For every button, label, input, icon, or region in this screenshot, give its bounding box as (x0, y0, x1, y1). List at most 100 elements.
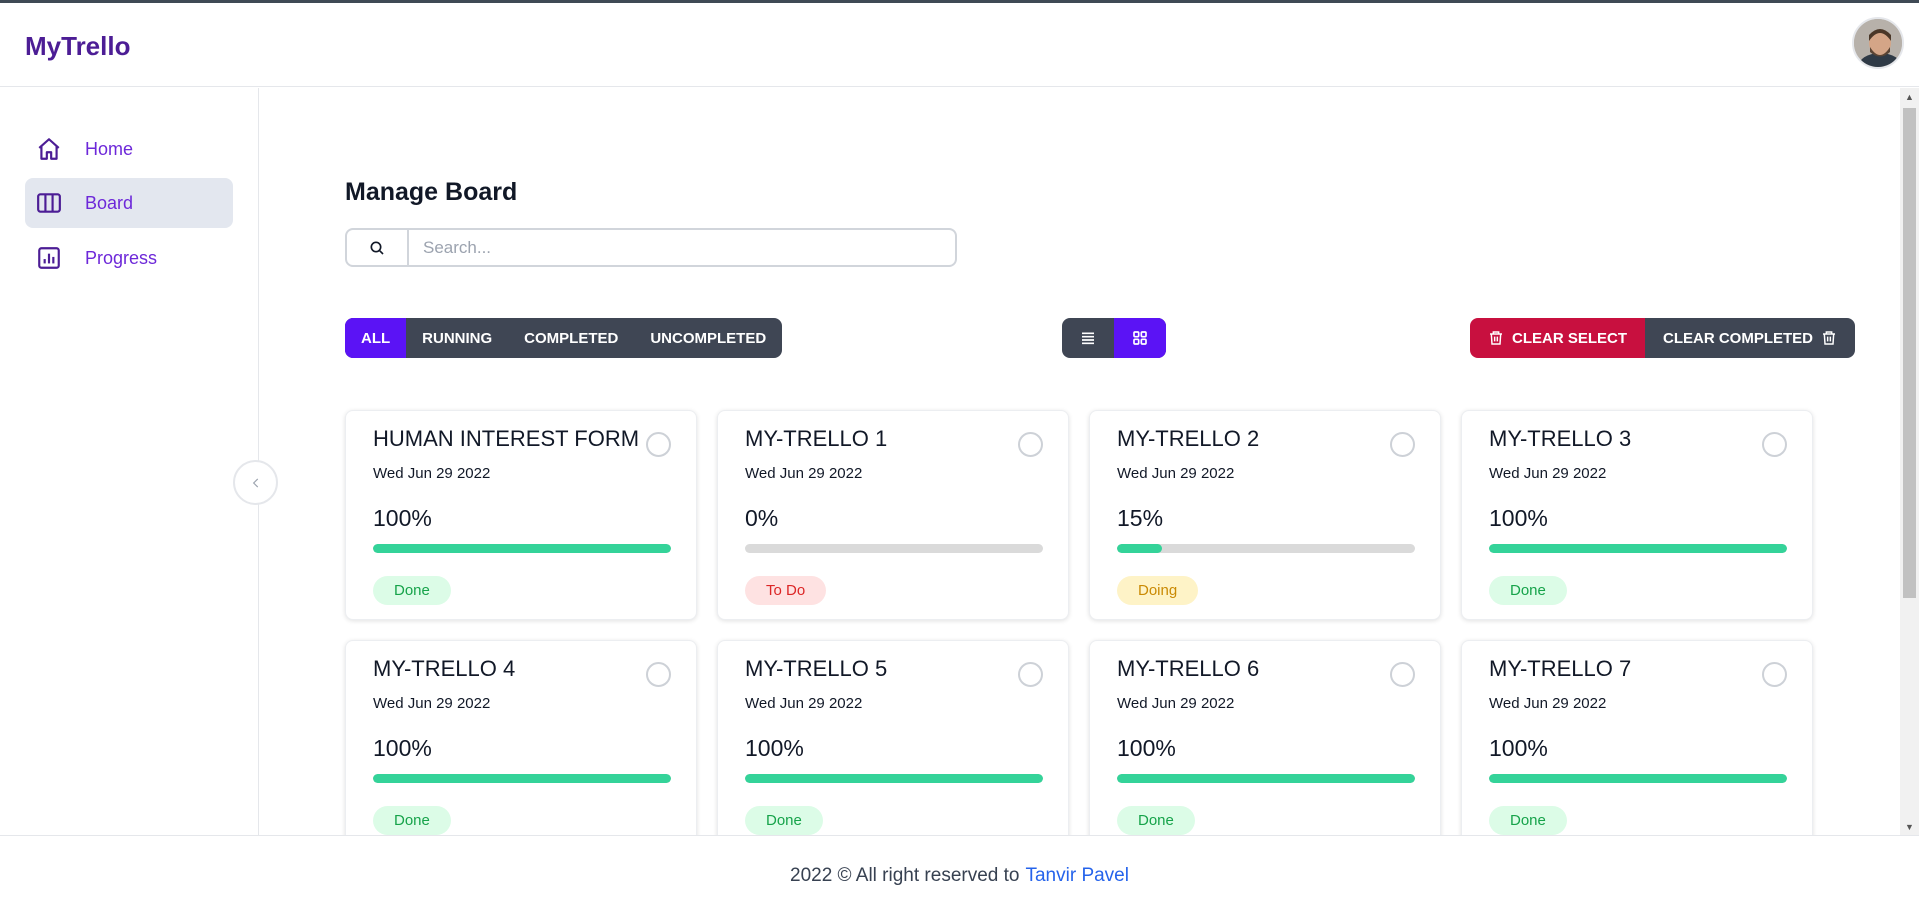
card-title: HUMAN INTEREST FORM (373, 426, 640, 451)
card-select-checkbox[interactable] (1018, 662, 1043, 687)
card-title: MY-TRELLO 7 (1489, 656, 1632, 681)
card-title: MY-TRELLO 3 (1489, 426, 1632, 451)
card-title: MY-TRELLO 2 (1117, 426, 1260, 451)
progress-bar (1489, 544, 1787, 553)
progress-bar (745, 774, 1043, 783)
board-card[interactable]: MY-TRELLO 5 Wed Jun 29 2022 100% Done (717, 640, 1069, 835)
scroll-down-icon[interactable]: ▼ (1900, 818, 1919, 835)
card-date: Wed Jun 29 2022 (1489, 465, 1607, 482)
board-card[interactable]: MY-TRELLO 2 Wed Jun 29 2022 15% Doing (1089, 410, 1441, 620)
search-box (345, 228, 957, 267)
board-columns-icon (25, 190, 73, 216)
card-title: MY-TRELLO 1 (745, 426, 888, 451)
card-date: Wed Jun 29 2022 (1117, 465, 1235, 482)
filter-all-button[interactable]: ALL (345, 318, 407, 358)
board-card[interactable]: MY-TRELLO 3 Wed Jun 29 2022 100% Done (1461, 410, 1813, 620)
list-view-button[interactable] (1062, 318, 1114, 358)
progress-bar (373, 544, 671, 553)
main-content: Manage Board ALL RUNNING COMPLETED UNCOM… (260, 88, 1900, 835)
board-card[interactable]: MY-TRELLO 6 Wed Jun 29 2022 100% Done (1089, 640, 1441, 835)
sidebar: Home Board Progress (0, 88, 259, 836)
search-icon[interactable] (347, 230, 409, 265)
card-select-checkbox[interactable] (646, 662, 671, 687)
card-date: Wed Jun 29 2022 (1489, 695, 1607, 712)
progress-bar (745, 544, 1043, 553)
progress-fill (373, 774, 671, 783)
filter-running-button[interactable]: RUNNING (406, 318, 508, 358)
board-card[interactable]: MY-TRELLO 1 Wed Jun 29 2022 0% To Do (717, 410, 1069, 620)
card-percent: 100% (373, 735, 432, 761)
chart-icon (25, 245, 73, 271)
card-percent: 100% (745, 735, 804, 761)
status-badge: Done (1489, 806, 1567, 835)
card-percent: 0% (745, 505, 779, 531)
scroll-thumb[interactable] (1903, 108, 1916, 598)
card-percent: 100% (1489, 505, 1548, 531)
status-badge: Done (373, 806, 451, 835)
progress-bar (373, 774, 671, 783)
card-percent: 100% (373, 505, 432, 531)
card-percent: 100% (1489, 735, 1548, 761)
card-select-checkbox[interactable] (1762, 662, 1787, 687)
status-badge: Doing (1117, 576, 1199, 605)
footer-author-link[interactable]: Tanvir Pavel (1025, 865, 1129, 887)
clear-completed-button[interactable]: CLEAR COMPLETED (1645, 318, 1856, 358)
card-select-checkbox[interactable] (646, 432, 671, 457)
board-card[interactable]: HUMAN INTEREST FORM Wed Jun 29 2022 100%… (345, 410, 697, 620)
clear-select-button[interactable]: CLEAR SELECT (1470, 318, 1646, 358)
card-title: MY-TRELLO 4 (373, 656, 516, 681)
progress-bar (1117, 544, 1415, 553)
filter-completed-button[interactable]: COMPLETED (508, 318, 634, 358)
sidebar-item-progress[interactable]: Progress (25, 233, 233, 283)
status-badge: Done (1489, 576, 1567, 605)
trash-icon (1823, 331, 1836, 345)
search-input[interactable] (409, 230, 955, 265)
sidebar-item-label: Home (85, 138, 134, 159)
progress-fill (1117, 544, 1162, 553)
card-date: Wed Jun 29 2022 (373, 465, 491, 482)
avatar[interactable] (1852, 17, 1904, 69)
view-toggle (1062, 318, 1166, 358)
card-select-checkbox[interactable] (1762, 432, 1787, 457)
board-card[interactable]: MY-TRELLO 7 Wed Jun 29 2022 100% Done (1461, 640, 1813, 835)
progress-fill (1489, 774, 1787, 783)
sidebar-item-label: Progress (85, 247, 158, 268)
card-title: MY-TRELLO 6 (1117, 656, 1260, 681)
progress-fill (745, 774, 1043, 783)
progress-fill (1489, 544, 1787, 553)
card-date: Wed Jun 29 2022 (745, 465, 863, 482)
card-select-checkbox[interactable] (1390, 662, 1415, 687)
card-title: MY-TRELLO 5 (745, 656, 888, 681)
card-date: Wed Jun 29 2022 (745, 695, 863, 712)
trash-icon (1490, 331, 1502, 345)
card-date: Wed Jun 29 2022 (1117, 695, 1235, 712)
scroll-up-icon[interactable]: ▲ (1900, 88, 1919, 105)
clear-select-label: CLEAR SELECT (1512, 329, 1628, 347)
clear-completed-label: CLEAR COMPLETED (1663, 329, 1814, 347)
status-badge: To Do (745, 576, 827, 605)
filter-tabs: ALL RUNNING COMPLETED UNCOMPLETED (345, 318, 783, 358)
bulk-actions: CLEAR SELECT CLEAR COMPLETED (1470, 318, 1856, 358)
home-icon (25, 136, 73, 162)
status-badge: Done (745, 806, 823, 835)
status-badge: Done (373, 576, 451, 605)
progress-fill (373, 544, 671, 553)
card-select-checkbox[interactable] (1390, 432, 1415, 457)
sidebar-item-board[interactable]: Board (25, 178, 233, 228)
filter-uncompleted-button[interactable]: UNCOMPLETED (634, 318, 782, 358)
card-select-checkbox[interactable] (1018, 432, 1043, 457)
card-date: Wed Jun 29 2022 (373, 695, 491, 712)
header: MyTrello (0, 3, 1919, 87)
footer: 2022 © All right reserved to Tanvir Pave… (0, 835, 1919, 915)
board-card[interactable]: MY-TRELLO 4 Wed Jun 29 2022 100% Done (345, 640, 697, 835)
page-scrollbar[interactable]: ▲ ▼ (1900, 88, 1919, 835)
progress-fill (1117, 774, 1415, 783)
grid-view-icon (1133, 331, 1147, 345)
app-logo[interactable]: MyTrello (25, 31, 130, 62)
sidebar-item-home[interactable]: Home (25, 124, 233, 174)
page-title: Manage Board (345, 178, 518, 206)
progress-bar (1117, 774, 1415, 783)
progress-bar (1489, 774, 1787, 783)
card-percent: 15% (1117, 505, 1164, 531)
grid-view-button[interactable] (1114, 318, 1166, 358)
